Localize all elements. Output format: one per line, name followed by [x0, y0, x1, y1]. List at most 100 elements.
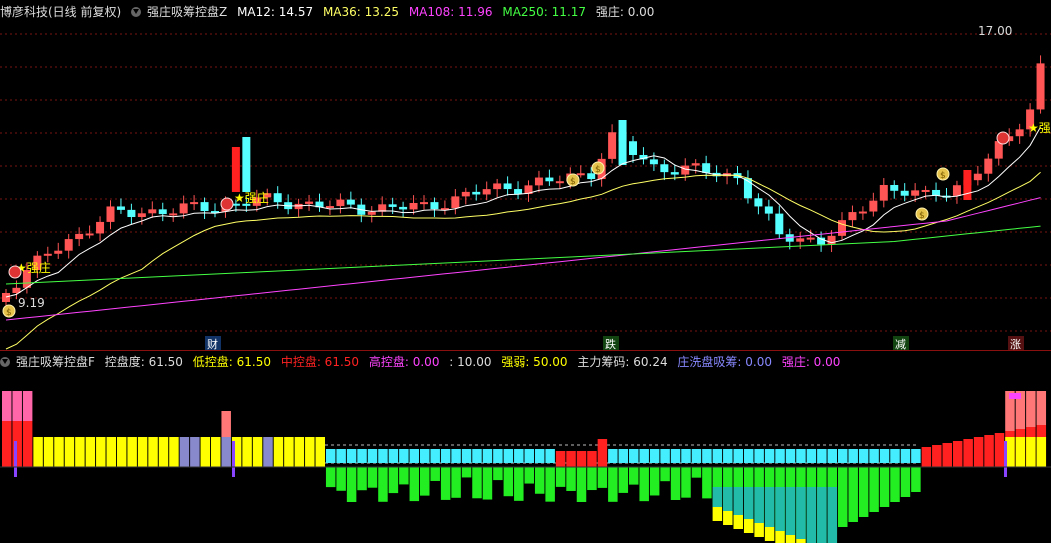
candle-body — [576, 173, 585, 176]
strong-candle — [618, 120, 627, 165]
mid-control-bar — [221, 411, 231, 437]
green-bar — [869, 467, 879, 512]
green-bar — [900, 467, 911, 497]
green-bar — [670, 467, 681, 501]
candle-body — [54, 250, 63, 254]
mid-control-bar — [942, 443, 952, 467]
green-bar — [514, 467, 524, 501]
security-title: 博彦科技(日线 前复权) — [0, 5, 122, 19]
candle-body — [43, 253, 52, 256]
washout-marker — [232, 441, 235, 477]
cyan-bar — [451, 449, 461, 463]
panel-divider — [0, 350, 1051, 351]
green-bar — [503, 467, 514, 497]
cyan-bar — [482, 449, 493, 463]
low-control-bar — [64, 437, 75, 467]
cyan-bar — [618, 449, 629, 463]
green-bar — [702, 467, 712, 499]
candle-body — [482, 189, 491, 195]
green-bar — [493, 467, 503, 481]
cyan-bar — [754, 449, 764, 463]
strong-value: 强庄: 0.00 — [595, 5, 655, 19]
main-formula-name[interactable]: 强庄吸筹控盘Z — [147, 5, 227, 19]
cyan-bar — [785, 449, 796, 463]
candle-body — [127, 209, 136, 218]
green-bar — [608, 467, 618, 502]
candle-body — [388, 204, 397, 207]
candle-body — [451, 196, 460, 209]
indicator-chart[interactable] — [0, 371, 1051, 543]
event-label: 跌 — [605, 337, 616, 351]
candle-body — [900, 190, 909, 196]
teal-bar — [817, 487, 827, 543]
high-control-bar — [12, 391, 22, 421]
yellow-bar — [733, 515, 743, 529]
candle-body — [858, 211, 867, 214]
cyan-bar — [325, 449, 336, 463]
event-label: 财 — [207, 337, 218, 351]
candle-body — [629, 141, 637, 155]
candle-body — [670, 172, 679, 175]
candle-body — [367, 211, 376, 215]
candle-body — [681, 165, 690, 175]
candle-body — [2, 293, 10, 302]
candle-body — [273, 193, 282, 203]
red-ball-icon — [996, 131, 1010, 145]
low-control-bar — [294, 437, 305, 467]
money-bag-symbol: $ — [570, 177, 576, 187]
mid-control: 中控盘: 61.50 — [280, 355, 360, 369]
indicator-formula-name[interactable]: 强庄吸筹控盘F — [16, 355, 95, 369]
candlestick-chart[interactable]: 17.009.19★强庄★强庄★强庄$$$$$财跌减涨 — [0, 22, 1051, 352]
candle-body — [85, 233, 94, 236]
green-bar — [545, 467, 555, 502]
green-bar — [649, 467, 660, 496]
green-bar — [357, 467, 367, 491]
candle-body — [169, 213, 178, 216]
cyan-bar — [639, 449, 649, 463]
price-low-label: 9.19 — [18, 296, 45, 310]
candle-body — [514, 189, 523, 194]
cyan-bar — [890, 449, 900, 463]
green-bar — [346, 467, 357, 502]
mid-control-bar — [994, 433, 1005, 467]
candle-body — [137, 213, 146, 218]
candle-body — [890, 184, 899, 191]
cyan-bar — [336, 449, 346, 463]
ma250-value: MA250: 11.17 — [502, 5, 587, 19]
candle-body — [764, 206, 773, 214]
candle-body — [608, 132, 617, 159]
green-bar — [911, 467, 921, 492]
candle-body — [587, 173, 596, 180]
candle-body — [399, 206, 408, 210]
candle-body — [346, 199, 355, 205]
candle-body — [472, 191, 481, 195]
washout-marker — [1004, 441, 1007, 477]
green-bar — [367, 467, 378, 488]
low-control-bar — [242, 437, 252, 467]
cyan-bar — [420, 449, 430, 463]
green-bar — [629, 467, 639, 485]
mid-control-bar — [921, 447, 932, 467]
formula-menu-icon[interactable] — [131, 7, 142, 17]
teal-bar — [743, 487, 754, 519]
candle-body — [921, 189, 930, 192]
candle-body — [754, 198, 763, 207]
green-bar — [848, 467, 858, 522]
candle-body — [106, 206, 115, 222]
candle-body — [493, 183, 502, 190]
ma108-value: MA108: 11.96 — [408, 5, 493, 19]
money-bag-symbol: $ — [6, 308, 12, 318]
cyan-bar — [430, 449, 440, 463]
cyan-bar — [879, 449, 890, 463]
price-high-label: 17.00 — [978, 24, 1012, 38]
green-bar — [691, 467, 702, 478]
low-control-bar — [221, 437, 231, 467]
mid-control-bar — [963, 439, 973, 467]
indicator-menu-icon[interactable] — [0, 357, 10, 367]
cyan-bar — [838, 449, 848, 463]
candle-body — [534, 177, 543, 186]
candle-body — [838, 220, 846, 236]
mid-control-bar — [22, 421, 33, 467]
cyan-bar — [869, 449, 879, 463]
cyan-bar — [472, 449, 482, 463]
